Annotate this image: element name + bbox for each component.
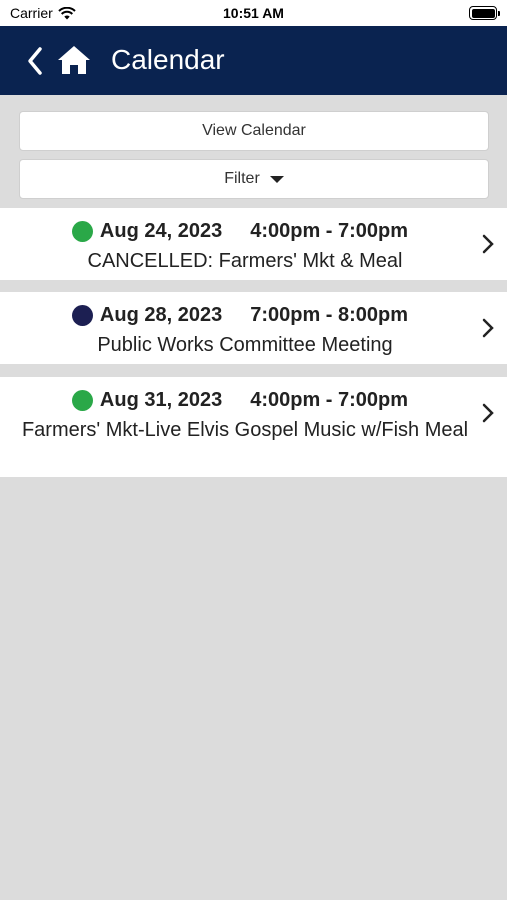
event-header: Aug 31, 2023 4:00pm - 7:00pm (0, 389, 480, 412)
event-row[interactable]: Aug 24, 2023 4:00pm - 7:00pm CANCELLED: … (0, 208, 507, 280)
home-icon[interactable] (56, 44, 92, 76)
view-calendar-button[interactable]: View Calendar (19, 111, 489, 151)
chevron-left-icon[interactable] (24, 46, 46, 76)
event-time: 4:00pm - 7:00pm (250, 389, 409, 411)
chevron-right-icon (482, 234, 494, 254)
status-dot (71, 305, 93, 326)
chevron-right-icon (482, 318, 494, 338)
event-time: 4:00pm - 7:00pm (250, 220, 409, 242)
filter-button[interactable]: Filter (19, 159, 489, 199)
event-title: Farmers' Mkt-Live Elvis Gospel Music w/F… (21, 419, 469, 441)
battery-icon (469, 6, 500, 20)
status-dot (71, 390, 93, 411)
event-header: Aug 24, 2023 4:00pm - 7:00pm (0, 220, 480, 243)
event-date: Aug 28, 2023 (99, 304, 223, 326)
chevron-right-icon (482, 403, 494, 423)
event-title: CANCELLED: Farmers' Mkt & Meal (87, 250, 403, 272)
event-title: Public Works Committee Meeting (97, 334, 393, 356)
nav-bar: Calendar (0, 26, 507, 95)
event-header: Aug 28, 2023 7:00pm - 8:00pm (0, 304, 480, 327)
event-row[interactable]: Aug 31, 2023 4:00pm - 7:00pm Farmers' Mk… (0, 377, 507, 477)
view-calendar-label: View Calendar (202, 122, 306, 139)
caret-down-icon (269, 175, 284, 183)
filter-label: Filter (224, 170, 260, 187)
event-row[interactable]: Aug 28, 2023 7:00pm - 8:00pm Public Work… (0, 292, 507, 364)
status-time: 10:51 AM (223, 5, 284, 21)
page-title: Calendar (111, 44, 225, 75)
event-date: Aug 24, 2023 (99, 220, 223, 242)
status-dot (71, 221, 93, 242)
status-bar: Carrier 10:51 AM (0, 0, 507, 26)
event-time: 7:00pm - 8:00pm (250, 304, 409, 326)
event-date: Aug 31, 2023 (99, 389, 223, 411)
